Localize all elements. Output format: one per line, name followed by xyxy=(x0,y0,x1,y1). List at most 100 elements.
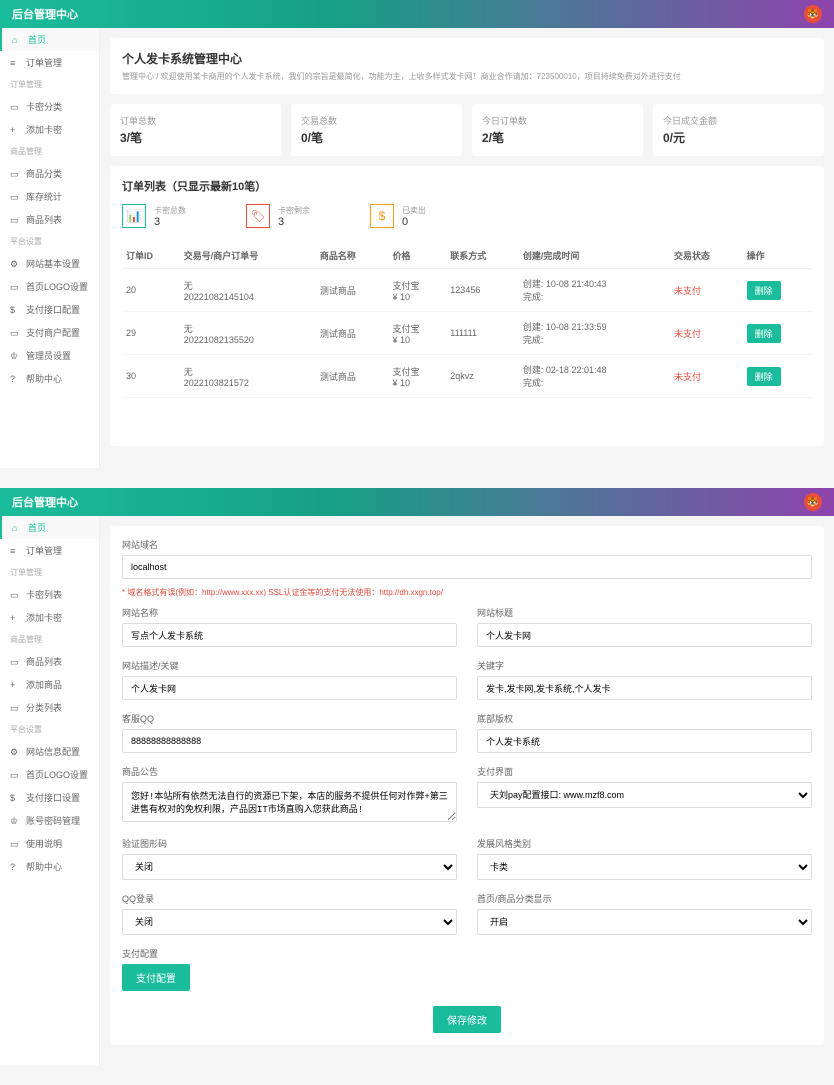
delete-button[interactable]: 删除 xyxy=(747,281,781,300)
sidebar-item[interactable]: $支付接口配置 xyxy=(0,298,99,321)
cell-status: 未支付 xyxy=(670,312,743,355)
payconfig-button[interactable]: 支付配置 xyxy=(122,964,190,991)
goods-icon: ▭ xyxy=(10,657,20,667)
sidebar: ⌂首页 ≡订单管理 订单管理 ▭卡密分类 +添加卡密 商品管理 ▭商品分类 ▭库… xyxy=(0,28,100,468)
chart-icon: 📊 xyxy=(122,204,146,228)
cell-action: 删除 xyxy=(743,355,812,398)
sidebar-item[interactable]: +添加卡密 xyxy=(0,118,99,141)
sidebar-item[interactable]: ♔账号密码管理 xyxy=(0,809,99,832)
sidebar-item[interactable]: ♔管理员设置 xyxy=(0,344,99,367)
sidebar-section: 商品管理 xyxy=(0,629,99,650)
main-content: 个人发卡系统管理中心 管理中心 / 欢迎使用某卡商用的个人发卡系统，我们的宗旨是… xyxy=(100,28,834,468)
sidebar-item[interactable]: ▭库存统计 xyxy=(0,185,99,208)
section-title: 订单列表（只显示最新10笔） xyxy=(122,178,812,194)
page-header-card: 个人发卡系统管理中心 管理中心 / 欢迎使用某卡商用的个人发卡系统，我们的宗旨是… xyxy=(110,38,824,94)
delete-button[interactable]: 删除 xyxy=(747,324,781,343)
sidebar-section: 订单管理 xyxy=(0,74,99,95)
sidebar-item-home[interactable]: ⌂首页 xyxy=(0,28,99,51)
sidebar-item[interactable]: ?帮助中心 xyxy=(0,855,99,878)
header: 后台管理中心 🐯 xyxy=(0,0,834,28)
payui-label: 支付界面 xyxy=(477,765,812,778)
sidebar-item[interactable]: ▭商品列表 xyxy=(0,650,99,673)
site-icon: ⚙ xyxy=(10,747,20,757)
homestyle-select[interactable]: 卡类 xyxy=(477,854,812,880)
qqlogin-select[interactable]: 关闭 xyxy=(122,909,457,935)
sidebar-item-orders[interactable]: ≡订单管理 xyxy=(0,539,99,562)
sidebar-item[interactable]: ▭首页LOGO设置 xyxy=(0,763,99,786)
cell-id: 30 xyxy=(122,355,180,398)
cell-id: 20 xyxy=(122,269,180,312)
qq-input[interactable] xyxy=(122,729,457,753)
keywords-input[interactable] xyxy=(477,676,812,700)
sidebar-item[interactable]: ▭商品分类 xyxy=(0,162,99,185)
payconfig-label: 支付配置 xyxy=(122,947,812,960)
sidebar-item[interactable]: +添加商品 xyxy=(0,673,99,696)
cell-time: 创建: 10-08 21:40:43 完成: xyxy=(519,269,670,312)
save-button[interactable]: 保存修改 xyxy=(433,1006,501,1033)
logo-icon: ▭ xyxy=(10,282,20,292)
notice-textarea[interactable]: 您好!本站所有依然无法自行的资源已下架，本店的服务不提供任何对作弊+第三进售有权… xyxy=(122,782,457,822)
sidebar-section: 商品管理 xyxy=(0,141,99,162)
sitename-label: 网站名称 xyxy=(122,606,457,619)
sidebar-item[interactable]: ▭首页LOGO设置 xyxy=(0,275,99,298)
copyright-label: 底部版权 xyxy=(477,712,812,725)
keywords-label: 关键字 xyxy=(477,659,812,672)
payui-select[interactable]: 天刘pay配置接口: www.mzf8.com xyxy=(477,782,812,808)
sidebar-item[interactable]: $支付接口设置 xyxy=(0,786,99,809)
cell-price: 支付宝 ¥ 10 xyxy=(389,312,447,355)
add-icon: + xyxy=(10,125,20,135)
pay-icon: $ xyxy=(10,793,20,803)
sitename-input[interactable] xyxy=(122,623,457,647)
avatar[interactable]: 🐯 xyxy=(804,493,822,511)
sidebar-item[interactable]: +添加卡密 xyxy=(0,606,99,629)
th: 交易号/商户订单号 xyxy=(180,243,316,269)
orders-card: 订单列表（只显示最新10笔） 📊卡密总数3 🏷卡密剩余3 $已卖出0 订单ID … xyxy=(110,166,824,446)
avatar[interactable]: 🐯 xyxy=(804,5,822,23)
doc-icon: ▭ xyxy=(10,839,20,849)
desc-input[interactable] xyxy=(122,676,457,700)
cell-status: 未支付 xyxy=(670,269,743,312)
cell-price: 支付宝 ¥ 10 xyxy=(389,355,447,398)
folder-icon: ▭ xyxy=(10,169,20,179)
sidebar-item[interactable]: ▭支付商户配置 xyxy=(0,321,99,344)
mini-stat: 🏷卡密剩余3 xyxy=(246,204,310,228)
stat-card: 订单总数3/笔 xyxy=(110,104,281,156)
sidebar-item[interactable]: ▭商品列表 xyxy=(0,208,99,231)
sidebar-item[interactable]: ?帮助中心 xyxy=(0,367,99,390)
sidebar-item[interactable]: ▭卡密分类 xyxy=(0,95,99,118)
cell-id: 29 xyxy=(122,312,180,355)
sitetitle-input[interactable] xyxy=(477,623,812,647)
th: 联系方式 xyxy=(446,243,519,269)
sidebar-item-orders[interactable]: ≡订单管理 xyxy=(0,51,99,74)
cell-time: 创建: 10-08 21:33:59 完成: xyxy=(519,312,670,355)
mini-stat: $已卖出0 xyxy=(370,204,426,228)
sidebar-item[interactable]: ⚙网站基本设置 xyxy=(0,252,99,275)
sidebar-item[interactable]: ▭卡密列表 xyxy=(0,583,99,606)
sidebar-item-home[interactable]: ⌂首页 xyxy=(0,516,99,539)
domain-input[interactable] xyxy=(122,555,812,579)
sidebar-section: 订单管理 xyxy=(0,562,99,583)
cell-name: 测试商品 xyxy=(316,312,389,355)
add-icon: + xyxy=(10,613,20,623)
sitetitle-label: 网站标题 xyxy=(477,606,812,619)
admin-icon: ♔ xyxy=(10,351,20,361)
header-title: 后台管理中心 xyxy=(12,6,78,22)
cell-contact: 2qkvz xyxy=(446,355,519,398)
notice-label: 商品公告 xyxy=(122,765,457,778)
sidebar-item[interactable]: ⚙网站信息配置 xyxy=(0,740,99,763)
sidebar-item[interactable]: ▭分类列表 xyxy=(0,696,99,719)
loginverify-label: 验证图形码 xyxy=(122,837,457,850)
loginverify-select[interactable]: 关闭 xyxy=(122,854,457,880)
th: 创建/完成时间 xyxy=(519,243,670,269)
sidebar-section: 平台设置 xyxy=(0,231,99,252)
copyright-input[interactable] xyxy=(477,729,812,753)
settings-form: 网站域名 * 域名格式有误(例如：http://www.xxx.xx) SSL认… xyxy=(110,526,824,1045)
domain-hint: * 域名格式有误(例如：http://www.xxx.xx) SSL认证金等的支… xyxy=(122,587,812,598)
pay-icon: $ xyxy=(10,305,20,315)
sidebar-item[interactable]: ▭使用说明 xyxy=(0,832,99,855)
display-select[interactable]: 开启 xyxy=(477,909,812,935)
cell-contact: 111111 xyxy=(446,312,519,355)
delete-button[interactable]: 删除 xyxy=(747,367,781,386)
domain-label: 网站域名 xyxy=(122,538,812,551)
page-title: 个人发卡系统管理中心 xyxy=(122,50,812,67)
